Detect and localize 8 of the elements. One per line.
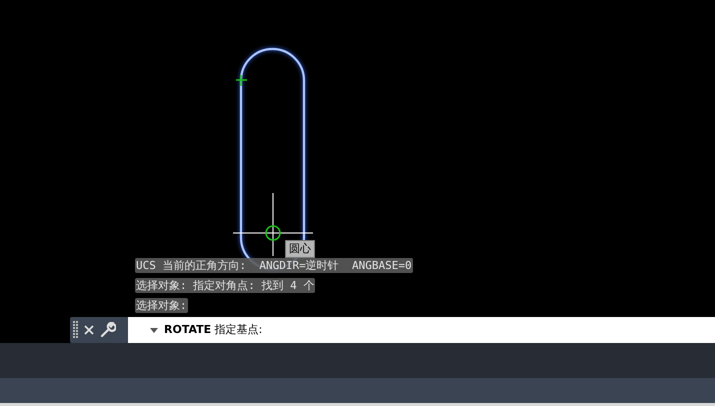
snap-tooltip: 圆心 — [285, 240, 315, 258]
close-icon[interactable] — [84, 325, 94, 335]
drag-handle-icon[interactable] — [73, 321, 78, 339]
command-prompt: ROTATE 指定基点: — [164, 322, 262, 338]
dropdown-caret-icon[interactable] — [150, 328, 158, 332]
command-input-field[interactable]: ROTATE 指定基点: — [128, 317, 715, 343]
grip-point-marker-icon — [236, 75, 247, 86]
snap-marker-icon — [265, 225, 281, 241]
